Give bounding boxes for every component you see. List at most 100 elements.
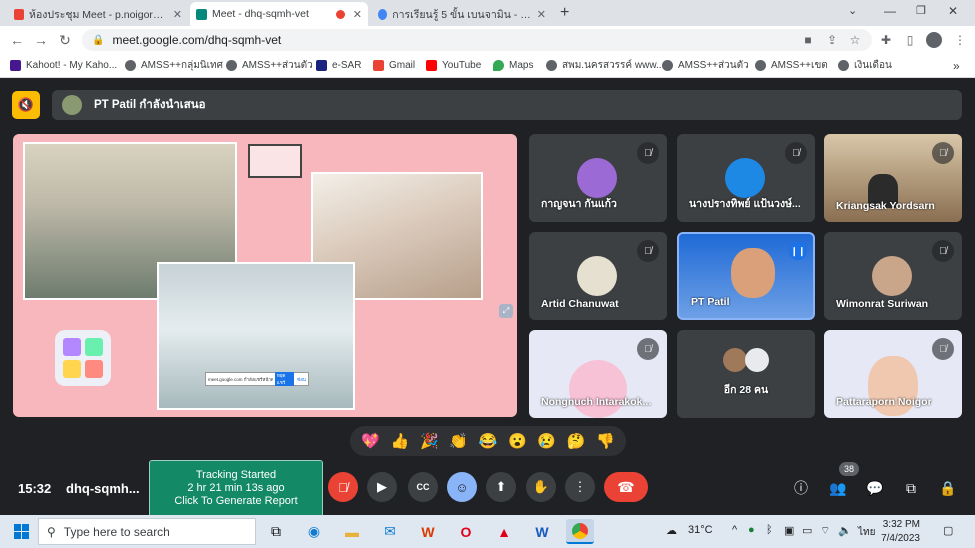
new-tab-icon[interactable]: + (560, 4, 569, 22)
participant-tile[interactable]: 🎙̸ Kriangsak Yordsarn (824, 134, 962, 222)
participant-tile[interactable]: 🎙̸ นางปรางทิพย์ แป้นวงษ์... (677, 134, 815, 222)
bookmark-amss-group[interactable]: AMSS++กลุ่มนิเทศ (125, 54, 223, 77)
task-view-icon[interactable]: ⧉ (262, 519, 290, 544)
forward-icon[interactable]: → (30, 26, 52, 54)
menu-icon[interactable]: ⋮ (950, 26, 970, 54)
bookmark-spm[interactable]: สพม.นครสวรรค์ www.... (546, 54, 667, 77)
system-clock[interactable]: 3:32 PM 7/4/2023 (876, 518, 920, 545)
clap-reaction-icon[interactable]: 👏 (449, 432, 468, 450)
network-icon[interactable]: ⌔ (820, 524, 830, 538)
wps-icon[interactable]: W (414, 519, 442, 544)
minimize-icon[interactable]: — (884, 4, 896, 18)
pin-icon[interactable]: ⤢ (499, 304, 513, 318)
back-icon[interactable]: ← (6, 26, 28, 54)
sidebar-icon[interactable]: ▯ (900, 26, 920, 54)
host-lock-icon[interactable]: 🔒 (937, 477, 959, 499)
more-bookmarks-icon[interactable]: » (953, 54, 960, 77)
raise-hand-button[interactable]: ✋ (526, 472, 556, 502)
bookmark-youtube[interactable]: YouTube (426, 54, 481, 77)
camera-icon[interactable]: ■ (798, 26, 818, 54)
acrobat-icon[interactable]: ▲ (490, 519, 518, 544)
bookmark-amss-personal[interactable]: AMSS++ส่วนตัว (226, 54, 313, 77)
bookmark-gmail[interactable]: Gmail (373, 54, 415, 77)
input-language[interactable]: ไทย (858, 525, 875, 540)
share-icon[interactable]: ⇪ (822, 26, 842, 54)
mic-off-icon: 🎙̸ (932, 240, 954, 262)
thinking-reaction-icon[interactable]: 🤔 (567, 432, 586, 450)
thumbs-down-reaction-icon[interactable]: 👎 (596, 432, 615, 450)
word-icon[interactable]: W (528, 519, 556, 544)
globe-icon (546, 60, 557, 71)
participant-tile[interactable]: 🎙̸ Pattaraporn Noigor (824, 330, 962, 418)
mail-icon[interactable]: ✉ (376, 519, 404, 544)
bookmark-kahoot[interactable]: Kahoot! - My Kaho... (10, 54, 117, 77)
party-reaction-icon[interactable]: 🎉 (420, 432, 439, 450)
participant-tile-active[interactable]: ❙❙ PT Patil (677, 232, 815, 320)
more-participants-tile[interactable]: อีก 28 คน (677, 330, 815, 418)
volume-icon[interactable]: 🔈 (838, 524, 852, 537)
heart-reaction-icon[interactable]: 💖 (361, 432, 380, 450)
opera-icon[interactable]: O (452, 519, 480, 544)
emoji-button[interactable]: ☺ (447, 472, 477, 502)
mic-off-button[interactable]: 🎙̸ (328, 472, 358, 502)
close-tab-icon[interactable]: ✕ (353, 8, 362, 21)
tray-expand-icon[interactable]: ^ (732, 524, 737, 536)
bookmark-label: AMSS++กลุ่มนิเทศ (141, 60, 223, 71)
activities-icon[interactable]: ⧉ (900, 477, 922, 499)
bookmark-salary[interactable]: เงินเดือน (838, 54, 892, 77)
bluetooth-icon[interactable]: ᛒ (766, 524, 773, 536)
camera-tray-icon[interactable]: ▣ (784, 524, 794, 537)
tab-meet[interactable]: Meet - dhq-sqmh-vet ✕ (190, 2, 368, 26)
close-tab-icon[interactable]: ✕ (173, 8, 182, 21)
bookmark-label: Kahoot! - My Kaho... (26, 60, 118, 71)
reload-icon[interactable]: ↻ (54, 26, 76, 54)
host-controls-icon[interactable]: 🔇 (12, 91, 40, 119)
bookmark-label: AMSS++ส่วนตัว (242, 60, 313, 71)
tab-meeting-room[interactable]: ห้องประชุม Meet - p.noigor@gmai ✕ (8, 2, 188, 26)
surprised-reaction-icon[interactable]: 😮 (508, 432, 527, 450)
recording-icon (335, 9, 345, 19)
windows-start-icon[interactable] (8, 515, 34, 548)
edge-icon[interactable]: ◉ (300, 519, 328, 544)
battery-icon[interactable]: ▭ (802, 524, 812, 537)
profile-avatar[interactable] (926, 32, 942, 48)
captions-button[interactable]: CC (408, 472, 438, 502)
participant-name: Kriangsak Yordsarn (836, 200, 935, 212)
bookmark-maps[interactable]: Maps (493, 54, 533, 77)
meeting-details-icon[interactable]: ⓘ (790, 477, 812, 499)
chat-icon[interactable]: 💬 (864, 477, 886, 499)
more-options-button[interactable]: ⋮ (565, 472, 595, 502)
camera-button[interactable]: ▶ (367, 472, 397, 502)
extensions-icon[interactable]: ✚ (876, 26, 896, 54)
present-button[interactable]: ⬆ (486, 472, 516, 502)
notifications-icon[interactable]: ▢ (943, 524, 953, 537)
chrome-icon[interactable] (566, 519, 594, 544)
participant-tile[interactable]: 🎙̸ Nongnuch Intarakok... (529, 330, 667, 418)
restore-icon[interactable]: ❐ (916, 4, 926, 17)
globe-icon (662, 60, 673, 71)
gmail-icon (14, 8, 25, 20)
star-icon[interactable]: ☆ (845, 26, 865, 54)
bookmark-esar[interactable]: e-SAR (316, 54, 361, 77)
bookmark-amss-area[interactable]: AMSS++เขต (755, 54, 828, 77)
people-icon[interactable]: 👥 (827, 477, 849, 499)
participant-tile[interactable]: 🎙̸ Artid Chanuwat (529, 232, 667, 320)
taskbar-search-input[interactable]: ⚲ Type here to search (38, 518, 256, 545)
tab-google-search[interactable]: การเรียนรู้ 5 ขั้น เบนจามิน - Google S ✕ (372, 2, 552, 26)
close-window-icon[interactable]: ✕ (948, 4, 958, 18)
bookmark-label: Gmail (389, 60, 416, 71)
laugh-reaction-icon[interactable]: 😂 (479, 432, 498, 450)
thumbs-up-reaction-icon[interactable]: 👍 (391, 432, 410, 450)
url-input[interactable]: 🔒 meet.google.com/dhq-sqmh-vet (82, 29, 872, 51)
tab-search-icon[interactable]: ⌄ (848, 4, 857, 17)
sad-reaction-icon[interactable]: 😢 (537, 432, 556, 450)
close-tab-icon[interactable]: ✕ (537, 8, 546, 21)
leave-call-button[interactable]: ☎ (604, 472, 648, 502)
participant-tile[interactable]: 🎙̸ กาญจนา กันแก้ว (529, 134, 667, 222)
bookmark-amss-personal-2[interactable]: AMSS++ส่วนตัว (662, 54, 749, 77)
tracking-report-button[interactable]: Tracking Started 2 hr 21 min 13s ago Cli… (149, 460, 323, 517)
app-tray-icon[interactable]: ● (748, 524, 755, 536)
file-explorer-icon[interactable]: ▬ (338, 519, 366, 544)
participant-name: Pattaraporn Noigor (836, 396, 932, 408)
participant-tile[interactable]: 🎙̸ Wimonrat Suriwan (824, 232, 962, 320)
